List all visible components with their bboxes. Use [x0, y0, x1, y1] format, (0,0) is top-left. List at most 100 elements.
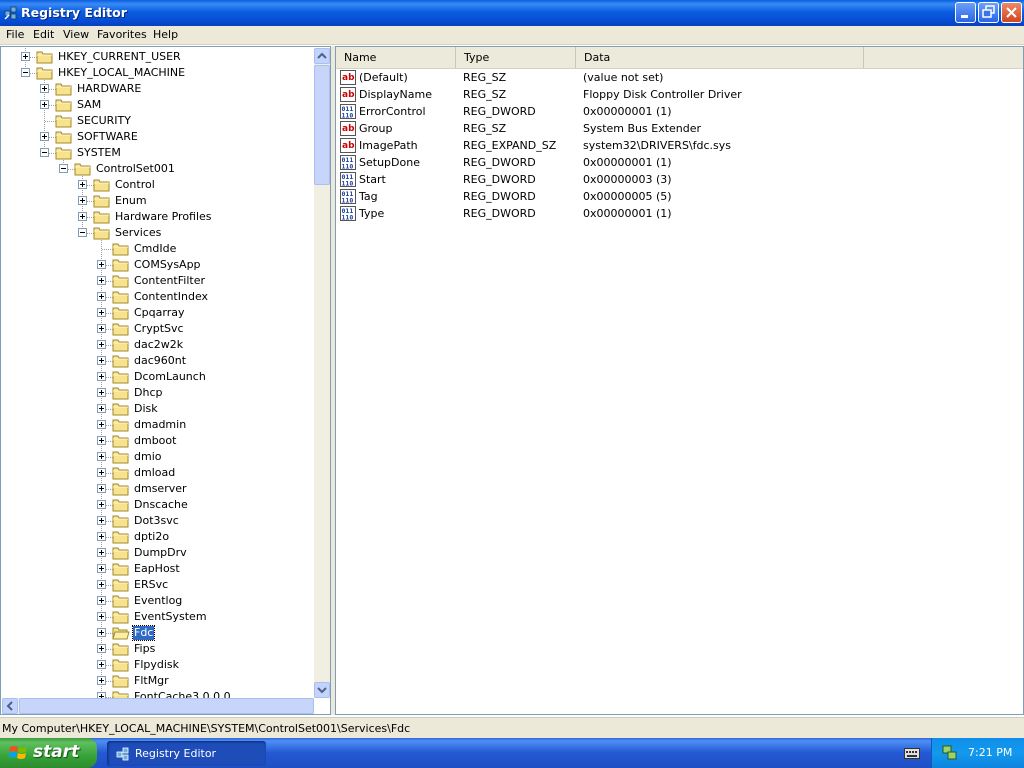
value-row[interactable]: 011 110 SetupDone REG_DWORD 0x00000001 (1)	[340, 154, 1000, 171]
tree-item-label[interactable]: DcomLaunch	[133, 370, 207, 384]
minimize-button[interactable]	[955, 2, 976, 23]
tree-item-label[interactable]: CmdIde	[133, 242, 177, 256]
tree-item[interactable]: HARDWARE	[1, 81, 313, 97]
tree-item-label[interactable]: Fdc	[131, 625, 156, 641]
expand-icon[interactable]	[97, 308, 106, 317]
tree-item[interactable]: Eventlog	[1, 593, 313, 609]
tree-vertical-scrollbar[interactable]	[314, 48, 330, 698]
column-header-name[interactable]: Name	[336, 47, 456, 68]
tree-item[interactable]: ControlSet001	[1, 161, 313, 177]
collapse-icon[interactable]	[78, 228, 87, 237]
tree-item[interactable]: CmdIde	[1, 241, 313, 257]
expand-icon[interactable]	[97, 420, 106, 429]
keyboard-icon[interactable]	[904, 746, 920, 760]
maximize-button[interactable]	[978, 2, 999, 23]
expand-icon[interactable]	[97, 388, 106, 397]
tree-item[interactable]: Fips	[1, 641, 313, 657]
value-row[interactable]: 011 110 Tag REG_DWORD 0x00000005 (5)	[340, 188, 1000, 205]
tree-item[interactable]: SAM	[1, 97, 313, 113]
tree-item-label[interactable]: ContentIndex	[133, 290, 209, 304]
expand-icon[interactable]	[78, 212, 87, 221]
tree-item-label[interactable]: Disk	[133, 402, 159, 416]
value-row[interactable]: ab Group REG_SZ System Bus Extender	[340, 120, 1000, 137]
tree-item[interactable]: dac2w2k	[1, 337, 313, 353]
value-row[interactable]: 011 110 Start REG_DWORD 0x00000003 (3)	[340, 171, 1000, 188]
tree-item[interactable]: Services	[1, 225, 313, 241]
tree-item[interactable]: Enum	[1, 193, 313, 209]
menu-favorites[interactable]: Favorites	[97, 28, 147, 41]
clock[interactable]: 7:21 PM	[968, 746, 1012, 759]
hscroll-thumb[interactable]	[19, 698, 314, 714]
tree-item[interactable]: Flpydisk	[1, 657, 313, 673]
network-icon[interactable]	[942, 745, 958, 761]
tree-item[interactable]: ERSvc	[1, 577, 313, 593]
value-row[interactable]: ab ImagePath REG_EXPAND_SZ system32\DRIVERS…	[340, 137, 1000, 154]
tree-item[interactable]: HKEY_LOCAL_MACHINE	[1, 65, 313, 81]
expand-icon[interactable]	[97, 660, 106, 669]
tree-item[interactable]: COMSysApp	[1, 257, 313, 273]
tree-item-label[interactable]: ContentFilter	[133, 274, 206, 288]
tree-item[interactable]: HKEY_CURRENT_USER	[1, 49, 313, 65]
tree-item[interactable]: Fdc	[1, 625, 313, 641]
collapse-icon[interactable]	[21, 68, 30, 77]
tree-item-label[interactable]: dmboot	[133, 434, 177, 448]
value-row[interactable]: ab (Default) REG_SZ (value not set)	[340, 69, 1000, 86]
tree-item-label[interactable]: Fips	[133, 642, 156, 656]
menu-view[interactable]: View	[63, 28, 89, 41]
tree-item[interactable]: Dhcp	[1, 385, 313, 401]
expand-icon[interactable]	[97, 516, 106, 525]
expand-icon[interactable]	[78, 180, 87, 189]
tree-item[interactable]: CryptSvc	[1, 321, 313, 337]
tree-item-label[interactable]: dmio	[133, 450, 162, 464]
tree-item[interactable]: Disk	[1, 401, 313, 417]
value-row[interactable]: 011 110 ErrorControl REG_DWORD 0x00000001 (1…	[340, 103, 1000, 120]
expand-icon[interactable]	[97, 468, 106, 477]
tree-item-label[interactable]: SOFTWARE	[76, 130, 139, 144]
expand-icon[interactable]	[97, 596, 106, 605]
scroll-left-button[interactable]	[2, 698, 18, 714]
tree-item[interactable]: EapHost	[1, 561, 313, 577]
expand-icon[interactable]	[97, 676, 106, 685]
tree-item-label[interactable]: dpti2o	[133, 530, 170, 544]
value-row[interactable]: 011 110 Type REG_DWORD 0x00000001 (1)	[340, 205, 1000, 222]
expand-icon[interactable]	[78, 196, 87, 205]
expand-icon[interactable]	[97, 484, 106, 493]
scroll-down-button[interactable]	[314, 682, 330, 698]
tree-item-label[interactable]: Flpydisk	[133, 658, 180, 672]
tree-item-label[interactable]: HKEY_CURRENT_USER	[57, 50, 182, 64]
collapse-icon[interactable]	[40, 148, 49, 157]
tree-item-label[interactable]: SECURITY	[76, 114, 132, 128]
expand-icon[interactable]	[97, 372, 106, 381]
expand-icon[interactable]	[40, 132, 49, 141]
tree-item[interactable]: dac960nt	[1, 353, 313, 369]
expand-icon[interactable]	[40, 100, 49, 109]
tree-item-label[interactable]: HARDWARE	[76, 82, 142, 96]
value-row[interactable]: ab DisplayName REG_SZ Floppy Disk Controlle…	[340, 86, 1000, 103]
expand-icon[interactable]	[21, 52, 30, 61]
expand-icon[interactable]	[97, 276, 106, 285]
tree-item[interactable]: dmserver	[1, 481, 313, 497]
tree-item[interactable]: FltMgr	[1, 673, 313, 689]
expand-icon[interactable]	[97, 452, 106, 461]
tree-item[interactable]: DumpDrv	[1, 545, 313, 561]
expand-icon[interactable]	[97, 260, 106, 269]
values-list[interactable]: Name Type Data ab (Default) REG_SZ (value n…	[335, 46, 1024, 715]
tree-item-label[interactable]: CryptSvc	[133, 322, 185, 336]
tree-item-label[interactable]: Dot3svc	[133, 514, 180, 528]
tree-item[interactable]: ContentIndex	[1, 289, 313, 305]
start-button[interactable]: start	[0, 738, 97, 768]
tree-horizontal-scrollbar[interactable]	[2, 698, 314, 714]
column-header-type[interactable]: Type	[456, 47, 576, 68]
expand-icon[interactable]	[97, 500, 106, 509]
expand-icon[interactable]	[97, 292, 106, 301]
expand-icon[interactable]	[97, 340, 106, 349]
column-header-data[interactable]: Data	[576, 47, 864, 68]
expand-icon[interactable]	[97, 324, 106, 333]
tree-item-label[interactable]: Enum	[114, 194, 148, 208]
tree-item-label[interactable]: Hardware Profiles	[114, 210, 213, 224]
tree-item-label[interactable]: dmload	[133, 466, 176, 480]
tree-item-label[interactable]: Eventlog	[133, 594, 183, 608]
tree-item[interactable]: SECURITY	[1, 113, 313, 129]
expand-icon[interactable]	[97, 356, 106, 365]
tree-item[interactable]: Control	[1, 177, 313, 193]
